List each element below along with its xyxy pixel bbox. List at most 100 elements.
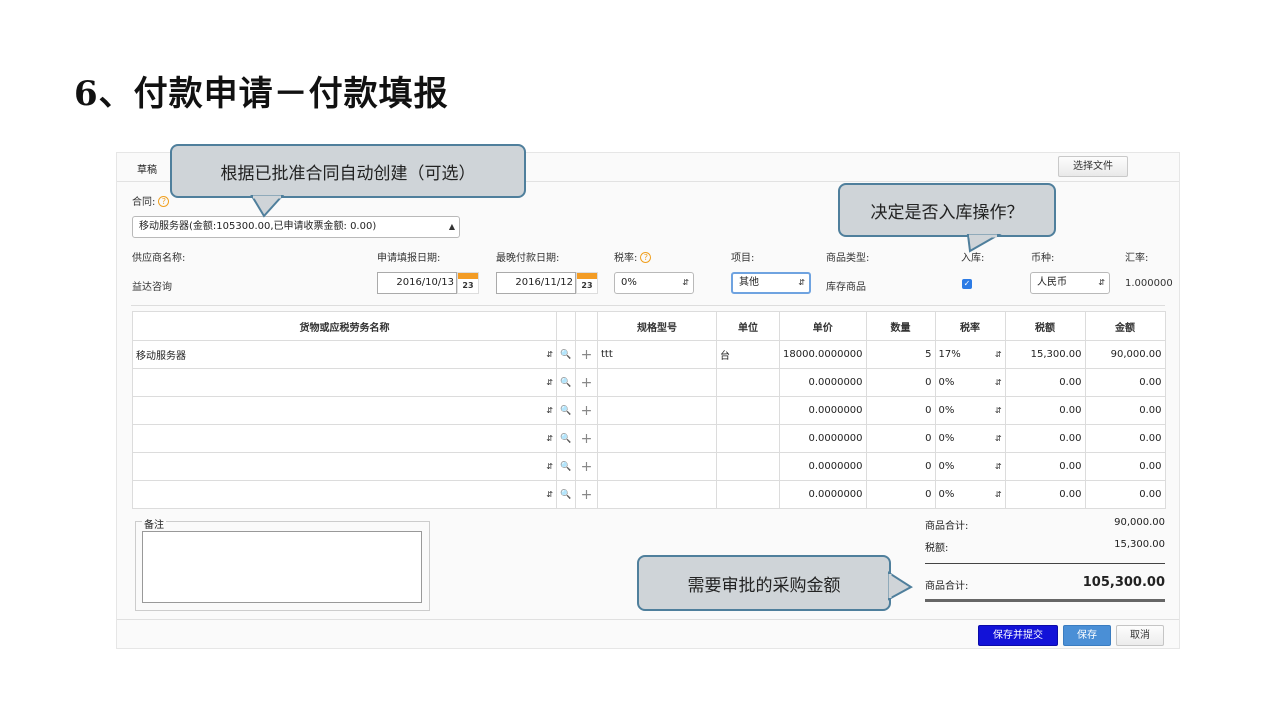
spec-cell[interactable] xyxy=(597,480,717,509)
price-cell[interactable]: 0.0000000 xyxy=(779,452,867,481)
tax-rate-cell-select[interactable]: 0% ⇵ xyxy=(934,424,1006,453)
qty-cell[interactable]: 0 xyxy=(865,368,936,397)
calendar-icon[interactable]: 23 xyxy=(457,272,479,294)
save-and-submit-button[interactable]: 保存并提交 xyxy=(978,625,1058,646)
footer-divider xyxy=(117,619,1179,620)
cancel-button[interactable]: 取消 xyxy=(1116,625,1164,646)
column-header: 金额 xyxy=(1084,311,1166,341)
currency-select-value: 人民币 xyxy=(1037,277,1067,288)
contract-select[interactable]: 移动服务器(金额:105300.00,已申请收票金额: 0.00) ▲ xyxy=(132,216,460,238)
calendar-icon[interactable]: 23 xyxy=(576,272,598,294)
latest-pay-date-input[interactable]: 2016/11/12 xyxy=(496,272,576,294)
contract-select-value: 移动服务器(金额:105300.00,已申请收票金额: 0.00) xyxy=(139,221,377,232)
currency-select[interactable]: 人民币 ⇵ xyxy=(1030,272,1110,294)
qty-cell[interactable]: 5 xyxy=(865,340,936,369)
remark-textarea[interactable] xyxy=(142,531,422,603)
column-header-blank xyxy=(575,311,598,341)
tax-rate-cell-select[interactable]: 0% ⇵ xyxy=(934,452,1006,481)
add-row-icon[interactable]: + xyxy=(575,396,598,425)
qty-cell[interactable]: 0 xyxy=(865,424,936,453)
spec-cell[interactable] xyxy=(597,452,717,481)
goods-total-value: 90,000.00 xyxy=(1114,517,1165,528)
project-select-value: 其他 xyxy=(739,277,759,288)
tax-rate-cell-select[interactable]: 17% ⇵ xyxy=(934,340,1006,369)
choose-file-button[interactable]: 选择文件 xyxy=(1058,156,1128,177)
select-arrow-icon: ⇵ xyxy=(546,490,553,499)
warehouse-checkbox[interactable]: ✓ xyxy=(962,279,972,289)
search-icon-cell[interactable]: 🔍 xyxy=(556,368,576,397)
select-arrow-icon: ⇵ xyxy=(994,406,1002,415)
tax-rate-cell-value: 17% xyxy=(938,349,961,360)
help-icon[interactable]: ? xyxy=(158,196,170,207)
goods-name-select[interactable]: ⇵ xyxy=(132,480,557,509)
add-row-icon[interactable]: + xyxy=(575,424,598,453)
search-icon-cell[interactable]: 🔍 xyxy=(556,480,576,509)
callout-amount: 需要审批的采购金额 xyxy=(637,555,913,611)
spec-cell[interactable] xyxy=(597,424,717,453)
amount-cell: 0.00 xyxy=(1084,368,1166,397)
apply-date-input[interactable]: 2016/10/13 xyxy=(377,272,457,294)
column-header: 货物或应税劳务名称 xyxy=(132,311,557,341)
tax-rate-cell-select[interactable]: 0% ⇵ xyxy=(934,480,1006,509)
select-arrow-icon: ⇵ xyxy=(546,378,553,387)
goods-name-select[interactable]: ⇵ xyxy=(132,368,557,397)
project-select[interactable]: 其他 ⇵ xyxy=(731,272,811,294)
help-icon[interactable]: ? xyxy=(640,252,652,263)
search-icon[interactable]: 🔍 xyxy=(560,490,571,500)
search-icon[interactable]: 🔍 xyxy=(560,462,571,472)
total-double-divider xyxy=(925,599,1165,602)
tax-amount-cell: 0.00 xyxy=(1004,480,1086,509)
search-icon-cell[interactable]: 🔍 xyxy=(556,396,576,425)
search-icon[interactable]: 🔍 xyxy=(560,350,571,360)
tax-rate-cell-select[interactable]: 0% ⇵ xyxy=(934,368,1006,397)
tax-amount-cell: 0.00 xyxy=(1004,368,1086,397)
unit-cell[interactable] xyxy=(716,480,780,509)
unit-cell[interactable] xyxy=(716,368,780,397)
qty-cell[interactable]: 0 xyxy=(865,480,936,509)
tab-draft[interactable]: 草稿 xyxy=(137,161,157,176)
search-icon[interactable]: 🔍 xyxy=(560,378,571,388)
price-cell[interactable]: 0.0000000 xyxy=(779,368,867,397)
search-icon[interactable]: 🔍 xyxy=(560,434,571,444)
calendar-day: 23 xyxy=(581,281,593,290)
goods-name-select[interactable]: 移动服务器 ⇵ xyxy=(132,340,557,369)
tax-rate-select[interactable]: 0% ⇵ xyxy=(614,272,694,294)
search-icon[interactable]: 🔍 xyxy=(560,406,571,416)
amount-cell: 90,000.00 xyxy=(1084,340,1166,369)
unit-cell[interactable] xyxy=(716,424,780,453)
spec-cell[interactable] xyxy=(597,396,717,425)
select-arrow-icon: ⇵ xyxy=(994,462,1002,471)
goods-type-value: 库存商品 xyxy=(826,282,866,293)
spec-cell[interactable] xyxy=(597,368,717,397)
unit-cell[interactable] xyxy=(716,452,780,481)
save-button[interactable]: 保存 xyxy=(1063,625,1111,646)
search-icon-cell[interactable]: 🔍 xyxy=(556,340,576,369)
price-cell[interactable]: 18000.0000000 xyxy=(779,340,867,369)
add-row-icon[interactable]: + xyxy=(575,480,598,509)
column-header: 规格型号 xyxy=(597,311,717,341)
price-cell[interactable]: 0.0000000 xyxy=(779,480,867,509)
unit-cell[interactable] xyxy=(716,396,780,425)
tax-rate-cell-select[interactable]: 0% ⇵ xyxy=(934,396,1006,425)
search-icon-cell[interactable]: 🔍 xyxy=(556,452,576,481)
goods-name-select[interactable]: ⇵ xyxy=(132,396,557,425)
price-cell[interactable]: 0.0000000 xyxy=(779,396,867,425)
qty-cell[interactable]: 0 xyxy=(865,452,936,481)
search-icon-cell[interactable]: 🔍 xyxy=(556,424,576,453)
add-row-icon[interactable]: + xyxy=(575,340,598,369)
amount-cell: 0.00 xyxy=(1084,424,1166,453)
goods-name-select[interactable]: ⇵ xyxy=(132,424,557,453)
add-row-icon[interactable]: + xyxy=(575,452,598,481)
column-header-blank xyxy=(556,311,576,341)
price-cell[interactable]: 0.0000000 xyxy=(779,424,867,453)
supplier-label: 供应商名称: xyxy=(132,253,186,264)
spec-cell[interactable]: ttt xyxy=(597,340,717,369)
qty-cell[interactable]: 0 xyxy=(865,396,936,425)
contract-label: 合同:? xyxy=(132,193,170,208)
goods-name-select[interactable]: ⇵ xyxy=(132,452,557,481)
table-row: ⇵ 🔍 +0.0000000 0 0% ⇵ 0.00 0.00 xyxy=(132,480,1166,509)
slide-title: 6、付款申请－付款填报 xyxy=(74,74,449,114)
select-arrow-icon: ⇵ xyxy=(1098,278,1105,287)
add-row-icon[interactable]: + xyxy=(575,368,598,397)
unit-cell[interactable]: 台 xyxy=(716,340,780,369)
